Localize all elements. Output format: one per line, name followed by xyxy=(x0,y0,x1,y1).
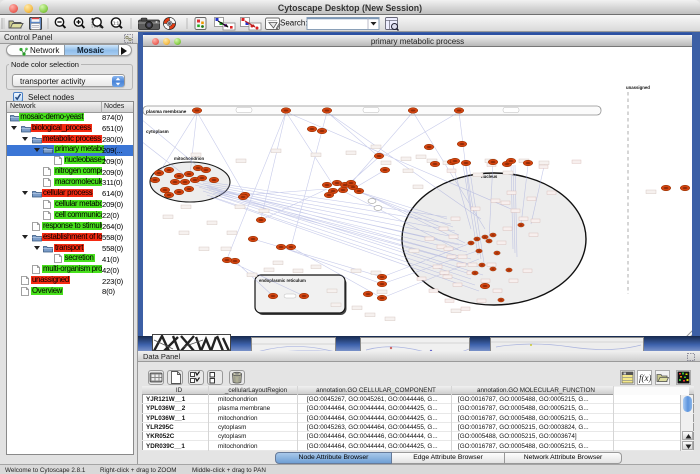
svg-text:Search:: Search: xyxy=(280,19,308,28)
svg-text:nucleus: nucleus xyxy=(481,174,498,179)
svg-text:endoplasmic reticulum: endoplasmic reticulum xyxy=(259,278,306,283)
svg-text:cytoplasm: cytoplasm xyxy=(146,129,169,134)
svg-text:unassigned: unassigned xyxy=(626,85,650,90)
svg-text:f(x): f(x) xyxy=(639,373,651,383)
svg-text:plasma membrane: plasma membrane xyxy=(146,109,187,114)
svg-text:1:1: 1:1 xyxy=(113,21,120,26)
